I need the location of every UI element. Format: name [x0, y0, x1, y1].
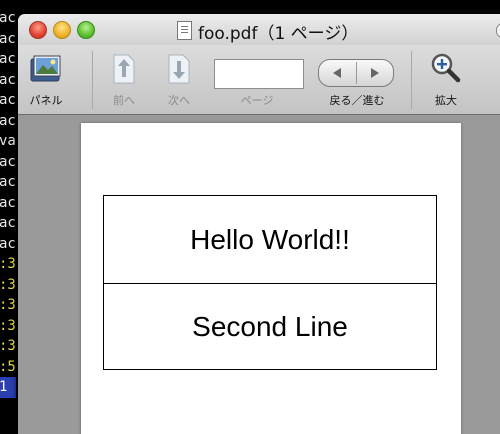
terminal-line: ac — [0, 174, 16, 190]
down-arrow-icon — [168, 54, 190, 84]
page-number-field[interactable] — [214, 59, 304, 89]
terminal-line: :3 — [0, 317, 16, 334]
page-label: ページ — [240, 94, 274, 107]
back-forward-label: 戻る／進む — [329, 94, 385, 107]
terminal-line: :3 — [0, 297, 16, 313]
terminal-line: ac — [0, 30, 16, 47]
table-cell-2: Second Line — [103, 283, 437, 370]
zoom-in-button[interactable]: 拡大 — [424, 45, 468, 114]
terminal-line: ac — [0, 235, 16, 252]
forward-button[interactable] — [359, 64, 389, 82]
previous-label: 前へ — [113, 94, 135, 107]
terminal-lines: ac ac ac ac ac ac va ac ac ac ac ac :3 :3 :3 :3 :3 :5 1 — [0, 8, 16, 398]
next-page-button[interactable]: 次へ — [159, 45, 199, 114]
terminal-line: ac — [0, 10, 16, 26]
terminal-line: :3 — [0, 276, 16, 293]
table-cell-1: Hello World!! — [103, 195, 437, 284]
toolbar: パネル 前へ 次へ ページ 戻る／進む 拡大 — [18, 45, 500, 115]
magnifier-plus-icon — [431, 53, 461, 83]
toolbar-separator — [92, 51, 93, 109]
panel-label: パネル — [29, 94, 63, 107]
terminal-line: ac — [0, 194, 16, 211]
title-bar[interactable]: foo.pdf（1 ページ） — [18, 14, 500, 45]
zoom-window-button[interactable] — [77, 21, 95, 39]
document-proxy-icon[interactable] — [177, 21, 192, 40]
terminal-line: ac — [0, 71, 16, 88]
forward-arrow-icon — [371, 68, 379, 78]
minimize-button[interactable] — [53, 21, 71, 39]
terminal-line: :3 — [0, 338, 16, 354]
close-button[interactable] — [29, 21, 47, 39]
pdf-page: Hello World!! Second Line — [81, 123, 461, 434]
back-button[interactable] — [323, 64, 353, 82]
zoom-label: 拡大 — [435, 94, 457, 107]
back-forward-control — [318, 59, 394, 87]
previous-page-button[interactable]: 前へ — [104, 45, 144, 114]
terminal-line: ac — [0, 215, 16, 231]
terminal-line: 1 — [0, 377, 16, 398]
up-arrow-icon — [113, 54, 135, 84]
toolbar-separator — [411, 51, 412, 109]
terminal-line: ac — [0, 153, 16, 170]
next-label: 次へ — [168, 94, 190, 107]
toolbar-toggle-button[interactable] — [496, 23, 500, 38]
preview-window: foo.pdf（1 ページ） パネル 前へ 次へ ページ 戻る／進む 拡大 He… — [18, 14, 500, 434]
terminal-line: ac — [0, 92, 16, 108]
terminal-line: :3 — [0, 256, 16, 272]
window-title: foo.pdf（1 ページ） — [198, 24, 359, 44]
panel-icon — [30, 55, 61, 82]
back-arrow-icon — [333, 68, 341, 78]
segment-divider — [356, 62, 357, 84]
terminal-line: :5 — [0, 358, 16, 375]
terminal-line: va — [0, 133, 16, 149]
terminal-line: ac — [0, 51, 16, 67]
terminal-line: ac — [0, 112, 16, 129]
panel-button[interactable]: パネル — [20, 45, 72, 114]
